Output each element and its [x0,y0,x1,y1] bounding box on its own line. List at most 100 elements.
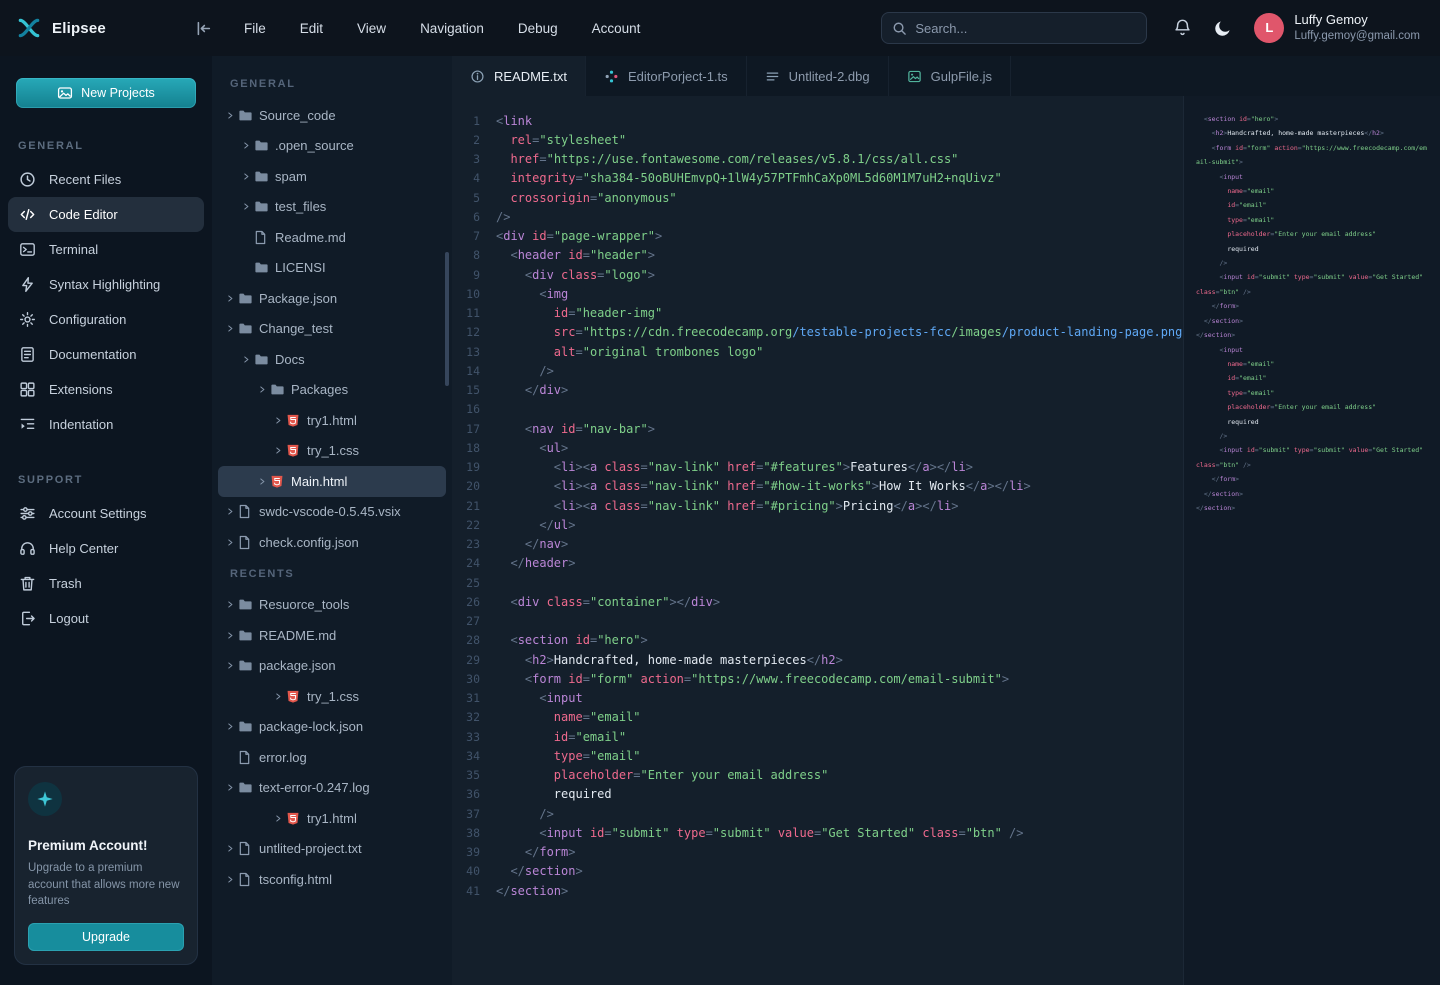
code-line: 17 <nav id="nav-bar"> [452,419,1183,438]
tree-item-label: Packages [291,382,348,397]
folder-icon [238,321,259,336]
notifications-bell-icon[interactable] [1173,18,1192,37]
sidebar-item-trash[interactable]: Trash [8,566,204,601]
tree-item-packages[interactable]: Packages [218,375,446,406]
line-number: 31 [452,691,496,705]
code-text: <img [496,287,568,301]
tree-item-try1-html[interactable]: try1.html [218,405,446,436]
sidebar-item-account-settings[interactable]: Account Settings [8,496,204,531]
tree-item-error-log[interactable]: error.log [218,742,446,773]
chevron-right-icon [270,416,286,425]
code-line: 4 integrity="sha384-50oBUHEmvpQ+1lW4y57P… [452,169,1183,188]
code-editor[interactable]: 1<link2 rel="stylesheet"3 href="https://… [452,96,1183,985]
line-number: 2 [452,133,496,147]
code-text: <div class="logo"> [496,268,655,282]
sidebar-item-terminal[interactable]: Terminal [8,232,204,267]
tree-item-readme-md[interactable]: README.md [218,620,446,651]
sidebar-item-configuration[interactable]: Configuration [8,302,204,337]
tree-item-try-1-css[interactable]: try_1.css [218,681,446,712]
code-text: id="email" [496,730,626,744]
folder-icon [254,138,275,153]
tree-item-try-1-css[interactable]: try_1.css [218,436,446,467]
sidebar-item-label: Configuration [49,312,126,327]
tree-item-readme-md[interactable]: Readme.md [218,222,446,253]
tree-item-change-test[interactable]: Change_test [218,314,446,345]
line-number: 33 [452,730,496,744]
menu-account[interactable]: Account [592,21,641,36]
sidebar-item-documentation[interactable]: Documentation [8,337,204,372]
upgrade-button[interactable]: Upgrade [28,923,184,951]
code-line: 37 /> [452,804,1183,823]
image-icon [907,69,922,84]
code-text: <h2>Handcrafted, home-made masterpieces<… [496,653,843,667]
menu-edit[interactable]: Edit [300,21,323,36]
search-input[interactable] [915,21,1136,36]
tree-item-tsconfig-html[interactable]: tsconfig.html [218,864,446,895]
sidebar-collapse-icon[interactable] [195,20,212,37]
sidebar-item-indentation[interactable]: Indentation [8,407,204,442]
tree-item-package-lock-json[interactable]: package-lock.json [218,712,446,743]
tab-untlited-2-dbg[interactable]: Untlited-2.dbg [747,56,889,96]
code-line: 12 src="https://cdn.freecodecamp.org/tes… [452,323,1183,342]
sidebar-item-syntax-highlighting[interactable]: Syntax Highlighting [8,267,204,302]
tree-item-label: Docs [275,352,305,367]
search-bar[interactable] [881,12,1147,44]
minimap-line: type="email" [1196,213,1428,227]
line-number: 34 [452,749,496,763]
explorer-scrollbar[interactable] [445,252,449,386]
sidebar-item-label: Trash [49,576,82,591]
user-menu[interactable]: L Luffy Gemoy Luffy.gemoy@gmail.com [1254,12,1420,44]
menu-navigation[interactable]: Navigation [420,21,484,36]
tab-editorporject-1-ts[interactable]: EditorPorject-1.ts [586,56,747,96]
tree-item-swdc-vscode-0-5-45-vsix[interactable]: swdc-vscode-0.5.45.vsix [218,497,446,528]
folder-icon [238,780,259,795]
line-number: 14 [452,364,496,378]
code-line: 9 <div class="logo"> [452,265,1183,284]
line-number: 25 [452,576,496,590]
sidebar-item-help-center[interactable]: Help Center [8,531,204,566]
menu-file[interactable]: File [244,21,266,36]
tree-item-spam[interactable]: spam [218,161,446,192]
tree-item-text-error-0-247-log[interactable]: text-error-0.247.log [218,773,446,804]
sidebar-item-extensions[interactable]: Extensions [8,372,204,407]
sidebar-sections: GENERALRecent FilesCode EditorTerminalSy… [0,108,212,636]
code-line: 22 </ul> [452,515,1183,534]
code-line: 13 alt="original trombones logo" [452,342,1183,361]
code-text: <ul> [496,441,568,455]
sidebar-item-logout[interactable]: Logout [8,601,204,636]
tree-item-test-files[interactable]: test_files [218,192,446,223]
code-line: 41</section> [452,881,1183,900]
sidebar-item-code-editor[interactable]: Code Editor [8,197,204,232]
tabbar: README.txtEditorPorject-1.tsUntlited-2.d… [452,56,1440,96]
code-line: 8 <header id="header"> [452,246,1183,265]
tree-item-try1-html[interactable]: try1.html [218,803,446,834]
line-number: 28 [452,633,496,647]
menu-debug[interactable]: Debug [518,21,558,36]
menu-view[interactable]: View [357,21,386,36]
file-icon [238,535,259,550]
tree-item-package-json[interactable]: Package.json [218,283,446,314]
chevron-right-icon [222,294,238,303]
tab-gulpfile-js[interactable]: GulpFile.js [889,56,1011,96]
tree-item-source-code[interactable]: Source_code [218,100,446,131]
tree-item-untlited-project-txt[interactable]: untlited-project.txt [218,834,446,865]
code-text: <input id="submit" type="submit" value="… [496,826,1024,840]
code-text: <form id="form" action="https://www.free… [496,672,1009,686]
tree-item-open-source[interactable]: .open_source [218,131,446,162]
chevron-right-icon [238,202,254,211]
minimap[interactable]: <section id="hero"> <h2>Handcrafted, hom… [1183,96,1440,985]
tree-item-package-json[interactable]: package.json [218,651,446,682]
tree-item-resuorce-tools[interactable]: Resuorce_tools [218,590,446,621]
new-projects-button[interactable]: New Projects [16,78,196,108]
line-number: 40 [452,864,496,878]
tab-readme-txt[interactable]: README.txt [452,56,586,96]
tree-item-check-config-json[interactable]: check.config.json [218,527,446,558]
dark-mode-moon-icon[interactable] [1214,19,1232,37]
tree-item-main-html[interactable]: Main.html [218,466,446,497]
tree-item-licensi[interactable]: LICENSI [218,253,446,284]
tree-item-label: try_1.css [307,443,359,458]
sidebar-item-recent-files[interactable]: Recent Files [8,162,204,197]
code-line: 29 <h2>Handcrafted, home-made masterpiec… [452,650,1183,669]
tree-item-docs[interactable]: Docs [218,344,446,375]
sparkle-icon [604,69,619,84]
